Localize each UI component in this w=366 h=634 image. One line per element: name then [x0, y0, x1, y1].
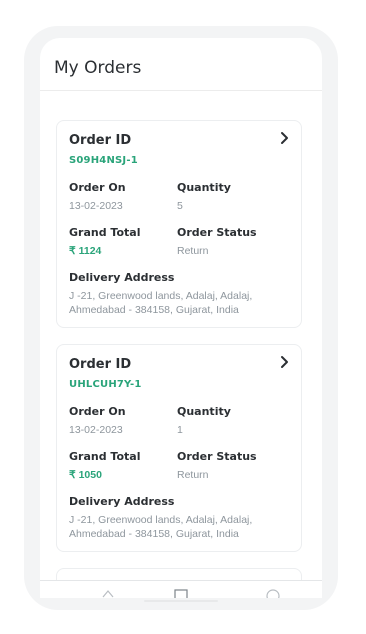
order-on-value: 13-02-2023	[69, 200, 123, 212]
order-on-label: Order On	[69, 181, 126, 194]
delivery-address-value: J -21, Greenwood lands, Adalaj, Adalaj, …	[69, 290, 253, 316]
grand-total-label: Grand Total	[69, 450, 141, 463]
order-id-value: UHLCUH7Y-1	[69, 379, 142, 390]
order-on-label: Order On	[69, 405, 126, 418]
order-status-value: Return	[177, 469, 209, 481]
order-status-label: Order Status	[177, 226, 257, 239]
order-id-label: Order ID	[69, 357, 132, 372]
order-id-label: Order ID	[69, 133, 132, 148]
orders-list[interactable]: Order ID S09H4NSJ-1 Order On Quantity 13…	[40, 94, 322, 598]
order-card[interactable]: Order ID S09H4NSJ-1 Order On Quantity 13…	[56, 120, 302, 328]
order-id-value: S09H4NSJ-1	[69, 155, 138, 166]
grand-total-value: ₹ 1124	[69, 245, 102, 257]
bottom-navigation	[40, 580, 322, 598]
title-divider	[40, 90, 322, 91]
grand-total-value: ₹ 1050	[69, 469, 102, 481]
quantity-label: Quantity	[177, 181, 231, 194]
order-on-value: 13-02-2023	[69, 424, 123, 436]
order-card[interactable]: Order ID UHLCUH7Y-1 Order On Quantity 13…	[56, 344, 302, 552]
profile-icon[interactable]	[266, 585, 280, 598]
quantity-value: 5	[177, 200, 183, 212]
chevron-right-icon[interactable]	[279, 131, 291, 145]
home-icon[interactable]	[102, 585, 114, 598]
delivery-address-label: Delivery Address	[69, 271, 175, 284]
chevron-right-icon[interactable]	[279, 355, 291, 369]
quantity-label: Quantity	[177, 405, 231, 418]
orders-icon[interactable]	[174, 585, 188, 598]
home-indicator	[144, 600, 218, 602]
phone-frame: My Orders Order ID S09H4NSJ-1 Order On Q…	[24, 26, 338, 610]
delivery-address-label: Delivery Address	[69, 495, 175, 508]
grand-total-label: Grand Total	[69, 226, 141, 239]
page-title: My Orders	[54, 58, 142, 78]
delivery-address-value: J -21, Greenwood lands, Adalaj, Adalaj, …	[69, 514, 253, 540]
order-status-label: Order Status	[177, 450, 257, 463]
app-screen: My Orders Order ID S09H4NSJ-1 Order On Q…	[40, 38, 322, 598]
quantity-value: 1	[177, 424, 183, 436]
order-status-value: Return	[177, 245, 209, 257]
